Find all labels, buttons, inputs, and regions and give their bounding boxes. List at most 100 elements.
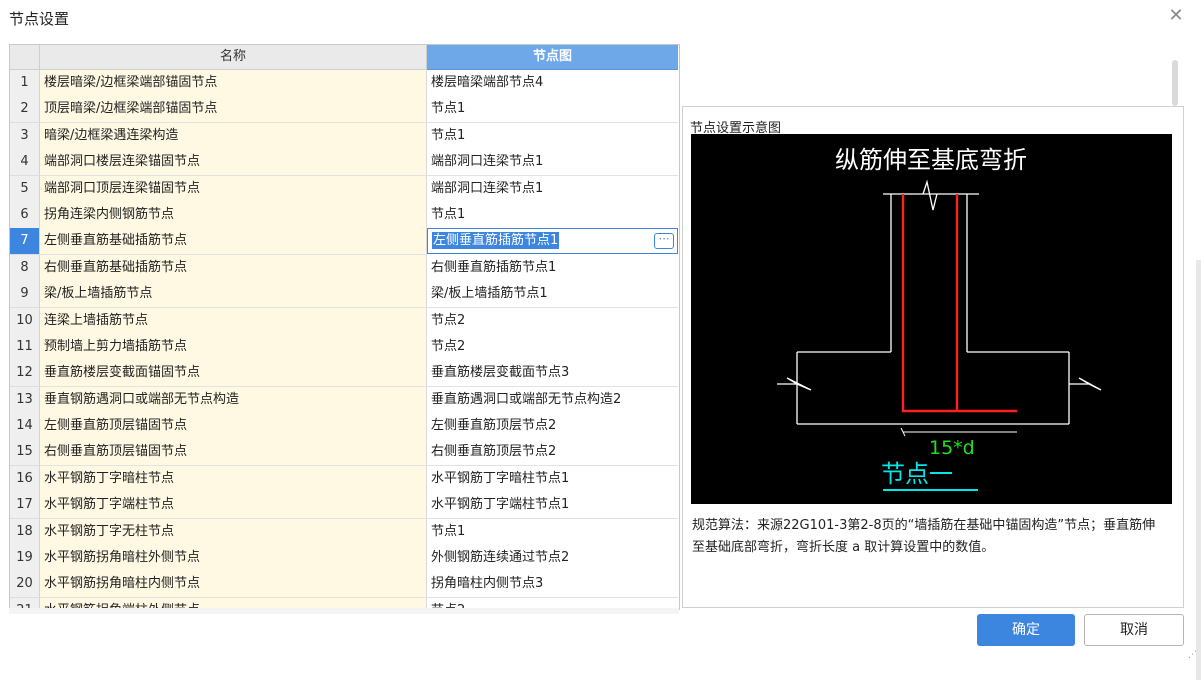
row-number[interactable]: 1 — [10, 70, 40, 97]
node-name-cell[interactable]: 右侧垂直筋顶层锚固节点 — [40, 439, 427, 467]
row-number[interactable]: 9 — [10, 281, 40, 309]
table-row[interactable]: 2 顶层暗梁/边框梁端部锚固节点 节点1 — [10, 96, 679, 124]
table-row[interactable]: 15 右侧垂直筋顶层锚固节点 右侧垂直筋顶层节点2 — [10, 439, 679, 467]
row-number[interactable]: 5 — [10, 175, 40, 203]
title-bar: 节点设置 ✕ — [0, 0, 1201, 36]
table-row[interactable]: 10 连梁上墙插筋节点 节点2 — [10, 307, 679, 335]
row-number[interactable]: 17 — [10, 492, 40, 520]
grid-rows: 1 楼层暗梁/边框梁端部锚固节点 楼层暗梁端部节点4 2 顶层暗梁/边框梁端部锚固节点节… — [10, 70, 679, 609]
node-diagram-cell[interactable]: 端部洞口连梁节点1 — [427, 175, 678, 203]
row-number[interactable]: 7 — [10, 228, 40, 256]
node-diagram-cell[interactable]: 梁/板上墙插筋节点1 — [427, 281, 678, 309]
node-diagram-cell[interactable]: 右侧垂直筋插筋节点1 — [427, 254, 678, 282]
node-diagram-cell[interactable]: 垂直筋遇洞口或端部无节点构造2 — [427, 386, 678, 414]
row-number[interactable]: 14 — [10, 413, 40, 441]
break-symbol-left — [777, 377, 812, 391]
row-number[interactable]: 15 — [10, 439, 40, 467]
cancel-button[interactable]: 取消 — [1084, 614, 1184, 646]
row-number[interactable]: 4 — [10, 149, 40, 177]
selected-node-text: 左侧垂直筋插筋节点1 — [432, 232, 560, 250]
table-row[interactable]: 3 暗梁/边框梁遇连梁构造 节点1 — [10, 122, 679, 150]
node-name-cell[interactable]: 暗梁/边框梁遇连梁构造 — [40, 122, 427, 150]
node-diagram-cell[interactable]: 节点1 — [427, 518, 678, 546]
row-number[interactable]: 19 — [10, 545, 40, 573]
column-header-name[interactable]: 名称 — [40, 45, 427, 70]
node-diagram-cell[interactable]: 节点2 — [427, 307, 678, 335]
dialog-title: 节点设置 — [9, 10, 70, 28]
node-name-cell[interactable]: 端部洞口顶层连梁锚固节点 — [40, 175, 427, 203]
node-diagram-cell[interactable]: 节点1 — [427, 122, 678, 150]
node-diagram-cell[interactable]: 端部洞口连梁节点1 — [427, 149, 678, 177]
ok-button[interactable]: 确定 — [977, 614, 1075, 646]
node-name-cell[interactable]: 顶层暗梁/边框梁端部锚固节点 — [40, 96, 427, 124]
row-number[interactable]: 16 — [10, 465, 40, 493]
node-diagram-cell[interactable]: 左侧垂直筋顶层节点2 — [427, 413, 678, 441]
node-name-cell[interactable]: 右侧垂直筋基础插筋节点 — [40, 254, 427, 282]
grid-header: 名称 节点图 — [10, 45, 679, 70]
table-row[interactable]: 5 端部洞口顶层连梁锚固节点 端部洞口连梁节点1 — [10, 175, 679, 203]
node-diagram-svg: 纵筋伸至基底弯折 15*d 节点一 — [777, 146, 1102, 491]
table-row[interactable]: 12 垂直筋楼层变截面锚固节点 垂直筋楼层变截面节点3 — [10, 360, 679, 388]
node-name-cell[interactable]: 垂直筋楼层变截面锚固节点 — [40, 360, 427, 388]
node-diagram-cell[interactable]: 节点1 — [427, 201, 678, 229]
table-row[interactable]: 13 垂直钢筋遇洞口或端部无节点构造 垂直筋遇洞口或端部无节点构造2 — [10, 386, 679, 414]
rule-description: 规范算法：来源22G101-3第2-8页的“墙插筋在基础中锚固构造”节点；垂直筋… — [692, 518, 1156, 555]
node-diagram-cell[interactable]: 楼层暗梁端部节点4 — [427, 70, 678, 97]
node-name-cell[interactable]: 左侧垂直筋基础插筋节点 — [40, 228, 427, 256]
node-diagram-cell[interactable]: 外侧钢筋连续通过节点2 — [427, 545, 678, 573]
node-name-cell[interactable]: 垂直钢筋遇洞口或端部无节点构造 — [40, 386, 427, 414]
row-number[interactable]: 18 — [10, 518, 40, 546]
node-diagram-cell[interactable]: 节点1 — [427, 96, 678, 124]
column-header-node-diagram[interactable]: 节点图 — [427, 45, 678, 70]
node-name-cell[interactable]: 梁/板上墙插筋节点 — [40, 281, 427, 309]
node-caption: 节点一 — [881, 460, 953, 488]
row-number[interactable]: 8 — [10, 254, 40, 282]
diagram-panel: 节点设置示意图 纵筋伸至基底弯折 15*d 节点一 规范算法：来源22G101-… — [682, 106, 1184, 608]
table-row[interactable]: 4 端部洞口楼层连梁锚固节点 端部洞口连梁节点1 — [10, 149, 679, 177]
row-number[interactable]: 12 — [10, 360, 40, 388]
table-row[interactable]: 11 预制墙上剪力墙插筋节点 节点2 — [10, 333, 679, 361]
node-diagram: 纵筋伸至基底弯折 15*d 节点一 — [691, 134, 1172, 504]
node-name-cell[interactable]: 水平钢筋拐角暗柱外侧节点 — [40, 545, 427, 573]
table-row[interactable]: 6 拐角连梁内侧钢筋节点 节点1 — [10, 201, 679, 229]
table-row[interactable]: 14 左侧垂直筋顶层锚固节点 左侧垂直筋顶层节点2 — [10, 413, 679, 441]
node-name-cell[interactable]: 水平钢筋丁字端柱节点 — [40, 492, 427, 520]
table-row[interactable]: 9 梁/板上墙插筋节点 梁/板上墙插筋节点1 — [10, 281, 679, 309]
row-number[interactable]: 10 — [10, 307, 40, 335]
node-name-cell[interactable]: 端部洞口楼层连梁锚固节点 — [40, 149, 427, 177]
row-number[interactable]: 6 — [10, 201, 40, 229]
table-row[interactable]: 19 水平钢筋拐角暗柱外侧节点 外侧钢筋连续通过节点2 — [10, 545, 679, 573]
dimension-label: 15*d — [929, 437, 975, 459]
table-row[interactable]: 1 楼层暗梁/边框梁端部锚固节点 楼层暗梁端部节点4 — [10, 70, 679, 97]
row-number[interactable]: 3 — [10, 122, 40, 150]
table-row[interactable]: 18 水平钢筋丁字无柱节点 节点1 — [10, 518, 679, 546]
node-diagram-cell[interactable]: 拐角暗柱内侧节点3 — [427, 571, 678, 599]
node-diagram-cell[interactable]: 左侧垂直筋插筋节点1 ⋯ — [427, 228, 678, 255]
node-diagram-cell[interactable]: 垂直筋楼层变截面节点3 — [427, 360, 678, 388]
node-diagram-cell[interactable]: 右侧垂直筋顶层节点2 — [427, 439, 678, 467]
node-diagram-cell[interactable]: 节点2 — [427, 333, 678, 361]
node-diagram-cell[interactable]: 水平钢筋丁字端柱节点1 — [427, 492, 678, 520]
node-name-cell[interactable]: 水平钢筋丁字暗柱节点 — [40, 465, 427, 493]
node-name-cell[interactable]: 水平钢筋丁字无柱节点 — [40, 518, 427, 546]
table-row[interactable]: 7 左侧垂直筋基础插筋节点 左侧垂直筋插筋节点1 ⋯ — [10, 228, 679, 256]
node-name-cell[interactable]: 拐角连梁内侧钢筋节点 — [40, 201, 427, 229]
row-number[interactable]: 13 — [10, 386, 40, 414]
node-name-cell[interactable]: 左侧垂直筋顶层锚固节点 — [40, 413, 427, 441]
node-name-cell[interactable]: 水平钢筋拐角暗柱内侧节点 — [40, 571, 427, 599]
table-row[interactable]: 16 水平钢筋丁字暗柱节点 水平钢筋丁字暗柱节点1 — [10, 465, 679, 493]
table-row[interactable]: 8 右侧垂直筋基础插筋节点 右侧垂直筋插筋节点1 — [10, 254, 679, 282]
node-name-cell[interactable]: 连梁上墙插筋节点 — [40, 307, 427, 335]
node-name-cell[interactable]: 预制墙上剪力墙插筋节点 — [40, 333, 427, 361]
row-number[interactable]: 11 — [10, 333, 40, 361]
grid-horizontal-scrollbar[interactable] — [9, 608, 679, 614]
ellipsis-button[interactable]: ⋯ — [654, 233, 674, 250]
close-icon[interactable]: ✕ — [1166, 6, 1186, 26]
row-number[interactable]: 2 — [10, 96, 40, 124]
row-number[interactable]: 20 — [10, 571, 40, 599]
panel-scrollbar[interactable] — [1172, 60, 1178, 106]
node-diagram-cell[interactable]: 水平钢筋丁字暗柱节点1 — [427, 465, 678, 493]
table-row[interactable]: 20 水平钢筋拐角暗柱内侧节点 拐角暗柱内侧节点3 — [10, 571, 679, 599]
table-row[interactable]: 17 水平钢筋丁字端柱节点 水平钢筋丁字端柱节点1 — [10, 492, 679, 520]
node-name-cell[interactable]: 楼层暗梁/边框梁端部锚固节点 — [40, 70, 427, 97]
